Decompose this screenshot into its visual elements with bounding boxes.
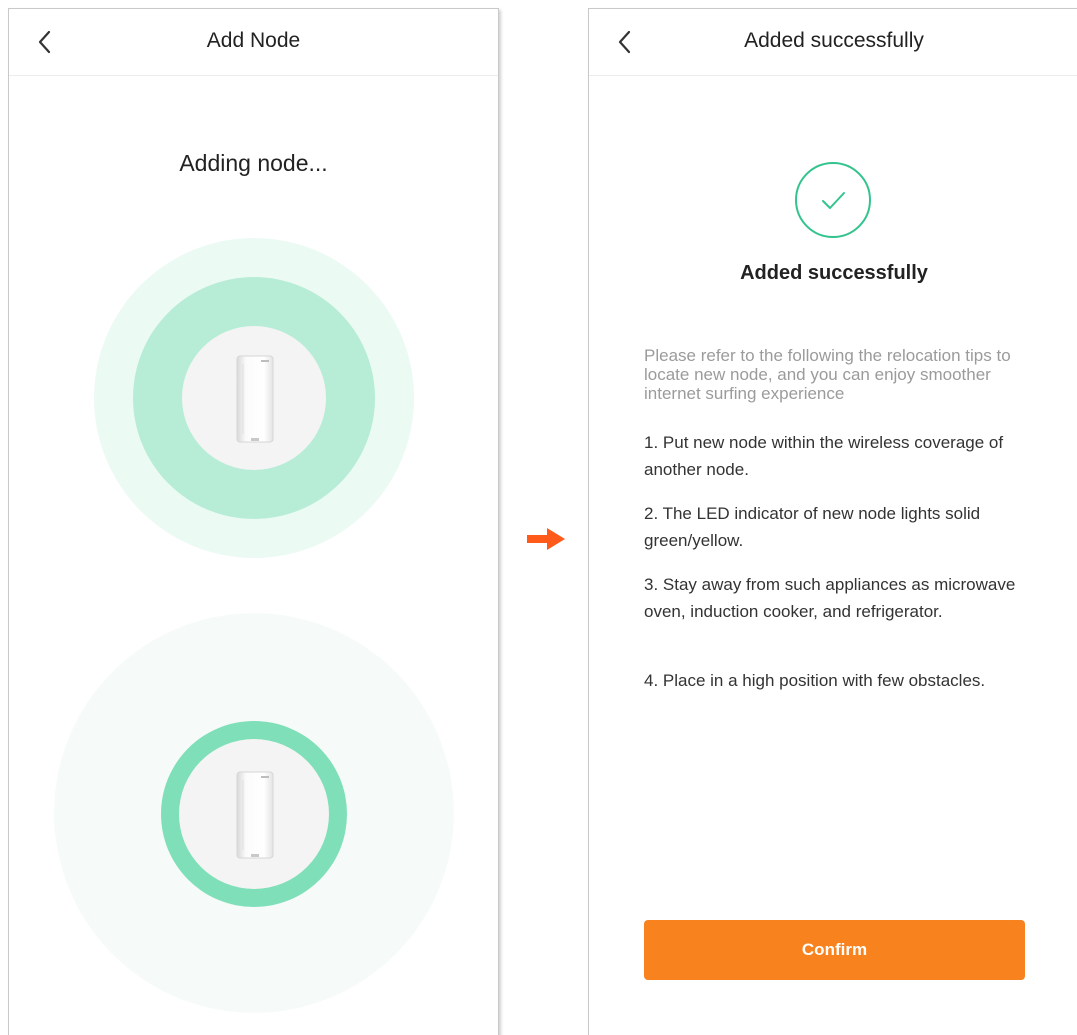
page-title: Add Node: [206, 29, 301, 52]
adding-status-text: Adding node...: [179, 150, 328, 176]
check-icon: [822, 192, 845, 209]
screenshot-stage: Add Node Adding node... Added successful…: [0, 0, 1077, 1035]
add-node-screen: Add Node Adding node...: [8, 8, 499, 1035]
tip-item: 2. The LED indicator of new node lights …: [644, 504, 981, 550]
tip-item: 1. Put new node within the wireless cove…: [644, 433, 1004, 479]
header-bar: Add Node: [9, 9, 498, 76]
relocation-intro: Please refer to the following the reloca…: [644, 346, 1011, 403]
arrow-right-icon: [527, 528, 565, 550]
tip-item: 4. Place in a high position with few obs…: [644, 671, 986, 690]
tip-item: 3. Stay away from such appliances as mic…: [644, 575, 1016, 621]
mesh-node-device-icon: [236, 771, 274, 859]
success-badge: [795, 162, 871, 238]
page-title: Added successfully: [744, 29, 924, 52]
added-successfully-screen: Added successfully Added successfully Pl…: [588, 8, 1077, 1035]
success-heading: Added successfully: [740, 262, 928, 284]
mesh-node-device-icon: [236, 355, 274, 443]
confirm-button[interactable]: Confirm: [644, 920, 1025, 980]
header-bar: Added successfully: [589, 9, 1077, 76]
